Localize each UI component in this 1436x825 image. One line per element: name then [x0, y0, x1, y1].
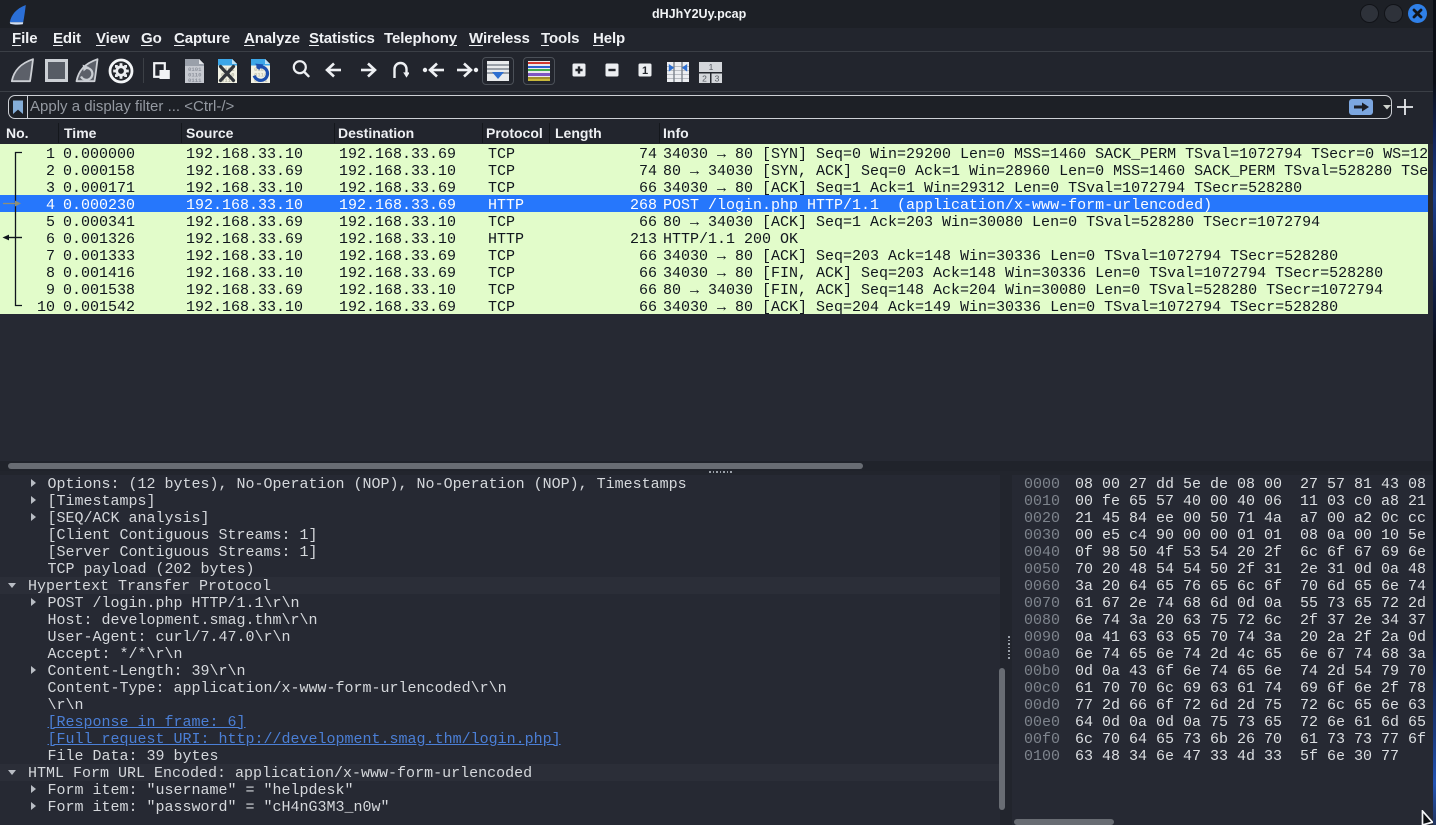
svg-text:0111: 0111 [188, 77, 202, 84]
svg-text:1: 1 [642, 65, 648, 77]
svg-text:3: 3 [715, 74, 720, 84]
svg-text:2: 2 [702, 74, 707, 84]
svg-text:1: 1 [709, 62, 714, 72]
